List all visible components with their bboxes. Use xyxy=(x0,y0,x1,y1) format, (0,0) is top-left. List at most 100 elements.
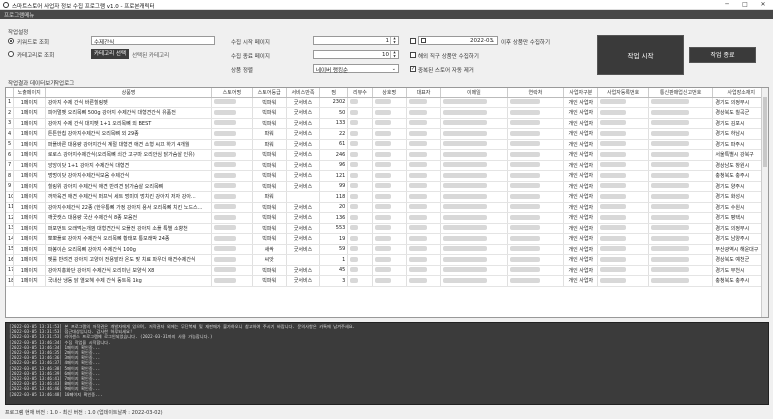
table-cell xyxy=(211,244,253,255)
table-cell: 개인 사업자 xyxy=(563,107,599,119)
dedupe-checkbox[interactable]: ✓ xyxy=(410,66,416,72)
redacted-value xyxy=(214,162,237,168)
table-cell xyxy=(597,97,649,108)
column-header[interactable]: 리뷰수 xyxy=(347,88,373,98)
table-cell xyxy=(507,170,565,182)
category-select-button[interactable]: 카테고리 선택 xyxy=(91,49,129,59)
table-cell: 굿서비스 xyxy=(286,223,321,234)
close-button[interactable]: ✕ xyxy=(754,0,772,10)
keyword-radio[interactable] xyxy=(8,38,14,44)
column-header[interactable]: 상호명 xyxy=(372,88,407,98)
table-row[interactable]: 5 1페이지 퍼플바른 대용량 강아지간식 계절 대형견 애견 소형 씨끄 하기 4… xyxy=(6,139,768,150)
table-cell xyxy=(648,275,714,287)
table-row[interactable]: 131페이지퍼포먼트 오래먹는개껌 대형견간식 오플전 강아지 소플 특별 소향… xyxy=(6,223,768,234)
date-filter-label: 이후 상품만 수집하기 xyxy=(501,40,551,46)
date-filter-checkbox[interactable] xyxy=(410,38,416,44)
date-picker-checkbox[interactable] xyxy=(421,38,426,43)
table-cell: 1페이지 xyxy=(13,275,46,287)
table-cell xyxy=(372,181,407,192)
column-header[interactable]: 노출페이지 xyxy=(13,88,46,98)
table-cell xyxy=(440,139,508,150)
table-cell: 118 xyxy=(319,191,349,203)
keyword-input[interactable]: 수제간식 xyxy=(91,36,215,45)
column-header[interactable] xyxy=(6,88,14,98)
column-header[interactable]: 스토어명 xyxy=(211,88,253,98)
table-cell xyxy=(406,139,442,150)
table-cell xyxy=(211,212,253,224)
column-header[interactable]: 스토어등급 xyxy=(252,88,287,98)
table-cell: 뽀뽀플로 강아지 수제간식 오리목뼈 황태포 통모래박 24종 xyxy=(45,233,213,245)
table-cell: 빅파워 xyxy=(252,160,287,171)
sort-select[interactable]: 네이버 랭킹순 ⌄ xyxy=(313,64,399,74)
maximize-button[interactable]: □ xyxy=(736,0,754,10)
log-panel[interactable]: [2022-03-05 13:31:53] 본 프로그램의 저작권은 개발자에게… xyxy=(5,322,769,405)
table-row[interactable]: 111페이지강아지수제간식 22종 (한우통뼈 가정 강아지 용서 오리목뼈 치… xyxy=(6,202,768,213)
redacted-value xyxy=(374,109,391,115)
table-cell: 개인 사업자 xyxy=(563,181,599,192)
scrollbar-thumb[interactable] xyxy=(763,97,767,167)
table-cell xyxy=(507,149,565,161)
end-page-label: 수집 종료 페이지 xyxy=(231,54,270,60)
end-page-arrows-icon[interactable]: ▲ ▼ xyxy=(390,50,398,58)
redacted-value xyxy=(214,256,237,262)
table-cell: 9 xyxy=(6,181,14,192)
menu-program[interactable]: 프로그램메뉴 xyxy=(4,11,34,19)
table-cell: 파워 xyxy=(252,139,287,150)
minimize-button[interactable]: ─ xyxy=(718,0,736,10)
date-picker[interactable]: 2022-03 ⌄ xyxy=(418,36,498,45)
table-cell xyxy=(648,181,714,192)
column-header[interactable]: 연락처 xyxy=(507,88,565,98)
redacted-value xyxy=(650,120,689,126)
column-header[interactable]: 서비스만족 xyxy=(286,88,321,98)
column-header[interactable]: 찜 xyxy=(319,88,349,98)
table-row[interactable]: 9 1페이지 힐링위 강아지 수제간식 애견 반려견 닭가슴살 오리목뼈 빅파워 굿서비… xyxy=(6,181,768,192)
column-header[interactable]: 이메일 xyxy=(440,88,508,98)
category-radio[interactable] xyxy=(8,51,14,57)
start-button[interactable]: 작업 시작 xyxy=(597,35,684,75)
overseas-checkbox[interactable] xyxy=(410,52,416,58)
table-row[interactable]: 8 1페이지 멍멍이닷 강아지수제간식모음 수제간식 빅파워 굿서비스 121 개인 사업자… xyxy=(6,170,768,182)
end-page-stepper[interactable]: 10 ▲ ▼ xyxy=(313,50,399,59)
table-row[interactable]: 141페이지뽀뽀플로 강아지 수제간식 오리목뼈 황태포 통모래박 24종 빅파워… xyxy=(6,233,768,245)
redacted-value xyxy=(214,277,237,283)
grid-vertical-scrollbar[interactable] xyxy=(761,88,768,317)
table-cell xyxy=(440,233,508,245)
table-cell: 10 xyxy=(6,191,14,203)
table-row[interactable]: 121페이지깨끗캣스 대용량 국산 수제간식 8종 모음전 빅파워굿서비스136 개… xyxy=(6,212,768,224)
table-cell: 빅파워 xyxy=(252,212,287,224)
tab-log[interactable]: 작업로그 xyxy=(52,79,76,87)
redacted-value xyxy=(350,225,359,231)
table-row[interactable]: 2 1페이지 피어멀펫 오리목뼈 500g 강아지 수제간식 대형견간식 유품전 빅파… xyxy=(6,107,768,119)
column-header[interactable]: 상품명 xyxy=(45,88,213,98)
table-cell xyxy=(597,223,649,234)
table-cell xyxy=(372,265,407,276)
table-row[interactable]: 3 1페이지 강아지 수제 간식 대지펫 1+1 오리목뼈 외 BEST 빅파워 굿서비… xyxy=(6,118,768,129)
column-header[interactable]: 대표자 xyxy=(406,88,442,98)
redacted-value xyxy=(374,256,391,262)
column-header[interactable]: 통신판매업신고번호 xyxy=(648,88,714,98)
results-grid[interactable]: 노출페이지 상품명 스토어명 스토어등급 서비스만족 찜 리뷰수 상호명 대표자 이메일 연락처 사업… xyxy=(5,87,769,318)
table-cell xyxy=(507,212,565,224)
table-row[interactable]: 151페이지파봉이손 오리목뼈 강아지 수제간식 100g 새싹굿서비스59 개인 … xyxy=(6,244,768,255)
table-row[interactable]: 101페이지까까육견 애견 수제간식 퍼프닉 세트 멍미미 멍치킨 강아지 저자… xyxy=(6,191,768,203)
redacted-value xyxy=(509,225,540,231)
exit-button[interactable]: 작업 종료 xyxy=(689,47,756,63)
column-header[interactable]: 사업자등록번호 xyxy=(597,88,649,98)
table-row[interactable]: 181페이지국내산 냉동 닭 열요혜 수제 간식 동트목 1kg 빅파워굿서비스3… xyxy=(6,275,768,287)
start-page-stepper[interactable]: 1 ▲ ▼ xyxy=(313,36,399,45)
table-row[interactable]: 7 1페이지 앙앙이닷 1+1 강아지 수제간식 대형견 빅파워 굿서비스 96 개인 사업… xyxy=(6,160,768,171)
table-cell: 14 xyxy=(6,233,14,245)
column-header[interactable]: 사업자구분 xyxy=(563,88,599,98)
redacted-value xyxy=(374,151,391,157)
settings-group-label: 작업설정 xyxy=(8,30,29,36)
redacted-value xyxy=(600,183,627,189)
table-row[interactable]: 161페이지펫룰 반려견 강아지 고양이 전용발라 온도 맞 치료 파우더 애견… xyxy=(6,254,768,266)
table-cell xyxy=(286,254,321,266)
tab-results[interactable]: 작업결과 데이터보기 xyxy=(6,79,57,87)
table-row[interactable]: 4 1페이지 튼튼한칩 강아지수제간식 오리목뼈 외 29종 파워 굿서비스 22 개인 사… xyxy=(6,128,768,140)
table-row[interactable]: 171페이지강아지홍화단 강아지 수제간식 오리미닌 보양식 X8 빅파워굿서비스… xyxy=(6,265,768,276)
table-row[interactable]: 6 1페이지 로로스 강아지수제간식(오리목뼈 쇠간 고구마 오리안심 닭가슴살 인… xyxy=(6,149,768,161)
start-page-arrows-icon[interactable]: ▲ ▼ xyxy=(390,36,398,44)
table-row[interactable]: 1 1페이지 강아지 수제 간식 바른힐링펫 빅파워 굿서비스 2302 개인 사업자 경기도… xyxy=(6,97,768,108)
table-cell: 7 xyxy=(6,160,14,171)
